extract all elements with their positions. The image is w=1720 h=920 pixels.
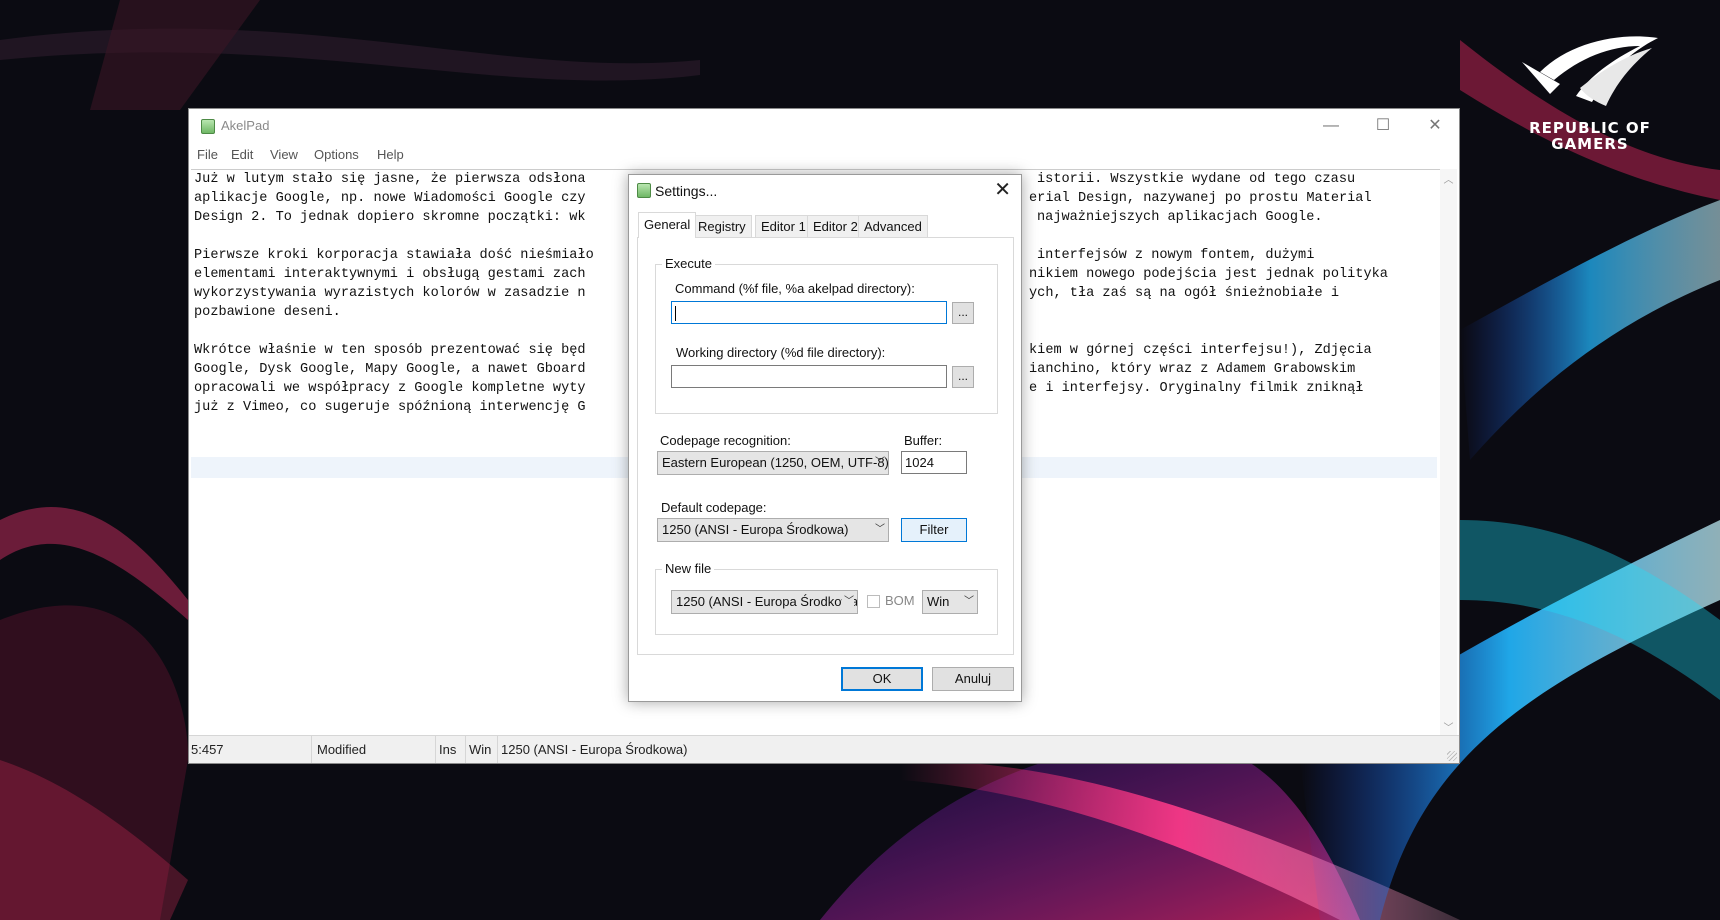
settings-dialog: Settings... ✕ General Registry Editor 1 … bbox=[628, 174, 1022, 702]
editor-line-7: wykorzystywania wyrazistych kolorów w za… bbox=[194, 286, 586, 301]
editor-line-3: Design 2. To jednak dopiero skromne pocz… bbox=[194, 210, 586, 225]
editor-line-2: aplikacje Google, np. nowe Wiadomości Go… bbox=[194, 191, 586, 206]
editor-line-8: pozbawione deseni. bbox=[194, 305, 341, 320]
working-directory-browse-button[interactable]: ... bbox=[952, 366, 974, 388]
new-file-newline-select[interactable]: Win ﹀ bbox=[922, 590, 978, 614]
window-title: AkelPad bbox=[221, 118, 270, 133]
editor-line-1-tail: istorii. Wszystkie wydane od tego czasu bbox=[1037, 172, 1356, 187]
default-codepage-select[interactable]: 1250 (ANSI - Europa Środkowa) ﹀ bbox=[657, 518, 889, 542]
text-caret bbox=[675, 306, 676, 322]
command-browse-button[interactable]: ... bbox=[952, 302, 974, 324]
chevron-down-icon: ﹀ bbox=[842, 591, 854, 613]
new-file-codepage-value: 1250 (ANSI - Europa Środkowa) bbox=[676, 594, 858, 609]
dialog-close-button[interactable]: ✕ bbox=[994, 177, 1011, 202]
menu-file[interactable]: File bbox=[197, 147, 218, 162]
editor-line-10: Wkrótce właśnie w ten sposób prezentować… bbox=[194, 343, 586, 358]
rog-logo: REPUBLIC OF GAMERS bbox=[1505, 32, 1675, 167]
editor-line-10-tail: kiem w górnej części interfejsu!), Zdjęc… bbox=[1029, 343, 1372, 358]
default-codepage-label: Default codepage: bbox=[661, 500, 767, 515]
menu-options[interactable]: Options bbox=[314, 147, 359, 162]
scroll-up-icon[interactable]: ︿ bbox=[1440, 171, 1457, 186]
status-bar: 5:457 Modified Ins Win 1250 (ANSI - Euro… bbox=[189, 735, 1459, 763]
default-codepage-value: 1250 (ANSI - Europa Środkowa) bbox=[662, 522, 849, 537]
bom-checkbox[interactable] bbox=[867, 595, 880, 608]
buffer-input[interactable]: 1024 bbox=[901, 451, 967, 474]
dialog-titlebar[interactable]: Settings... ✕ bbox=[629, 175, 1021, 207]
vertical-scrollbar[interactable]: ︿ ﹀ bbox=[1440, 169, 1457, 736]
status-codepage: 1250 (ANSI - Europa Środkowa) bbox=[501, 742, 688, 757]
tab-editor-1[interactable]: Editor 1 bbox=[755, 215, 812, 237]
editor-line-6-tail: nikiem nowego podejścia jest jednak poli… bbox=[1029, 267, 1388, 282]
command-input[interactable] bbox=[671, 301, 947, 324]
codepage-recognition-select[interactable]: Eastern European (1250, OEM, UTF-8) ﹀ bbox=[657, 451, 889, 475]
codepage-recognition-value: Eastern European (1250, OEM, UTF-8) bbox=[662, 455, 889, 470]
editor-line-12: opracowali we współpracy z Google komple… bbox=[194, 381, 586, 396]
menu-bar: File Edit View Options Help bbox=[189, 143, 1459, 167]
editor-line-2-tail: erial Design, nazywanej po prostu Materi… bbox=[1029, 191, 1372, 206]
status-insert-mode: Ins bbox=[435, 736, 466, 763]
bom-label: BOM bbox=[885, 593, 915, 608]
rog-text-line2: GAMERS bbox=[1551, 135, 1629, 153]
close-button[interactable]: ✕ bbox=[1409, 109, 1461, 143]
status-newline: Win bbox=[465, 736, 498, 763]
tab-registry[interactable]: Registry bbox=[692, 215, 752, 237]
editor-line-12-tail: e i interfejsy. Oryginalny filmik znikną… bbox=[1029, 381, 1364, 396]
editor-line-13: już z Vimeo, co sugeruje spóźnioną inter… bbox=[194, 400, 586, 415]
menu-edit[interactable]: Edit bbox=[231, 147, 253, 162]
editor-line-11-tail: ianchino, który wraz z Adamem Grabowskim bbox=[1029, 362, 1356, 377]
new-file-newline-value: Win bbox=[927, 594, 950, 609]
editor-line-5-tail: interfejsów z nowym fontem, dużymi bbox=[1037, 248, 1315, 263]
resize-grip-icon[interactable] bbox=[1447, 751, 1457, 761]
menu-view[interactable]: View bbox=[270, 147, 298, 162]
editor-line-7-tail: ych, tła zaś są na ogół śnieżnobiałe i bbox=[1029, 286, 1339, 301]
execute-group-label: Execute bbox=[662, 256, 715, 271]
tab-general[interactable]: General bbox=[638, 212, 697, 238]
working-directory-label: Working directory (%d file directory): bbox=[676, 345, 886, 360]
editor-line-11: Google, Dysk Google, Mapy Google, a nawe… bbox=[194, 362, 586, 377]
filter-button[interactable]: Filter bbox=[901, 518, 967, 542]
tab-editor-2[interactable]: Editor 2 bbox=[807, 215, 864, 237]
buffer-label: Buffer: bbox=[904, 433, 943, 448]
editor-line-6: elementami interaktywnymi i obsługą gest… bbox=[194, 267, 586, 282]
rog-eye-icon bbox=[1522, 36, 1658, 106]
menu-help[interactable]: Help bbox=[377, 147, 404, 162]
editor-line-1: Już w lutym stało się jasne, że pierwsza… bbox=[194, 172, 586, 187]
editor-line-5: Pierwsze kroki korporacja stawiała dość … bbox=[194, 248, 594, 263]
rog-text-line1: REPUBLIC OF bbox=[1529, 119, 1651, 137]
new-file-group-label: New file bbox=[662, 561, 715, 576]
general-tab-panel: Execute Command (%f file, %a akelpad dir… bbox=[637, 237, 1014, 655]
window-titlebar[interactable]: AkelPad — ☐ ✕ bbox=[189, 109, 1459, 143]
status-position: 5:457 bbox=[189, 736, 312, 763]
editor-line-3-tail: najważniejszych aplikacjach Google. bbox=[1037, 210, 1323, 225]
working-directory-input[interactable] bbox=[671, 365, 947, 388]
akelpad-app-icon bbox=[201, 119, 215, 134]
ok-button[interactable]: OK bbox=[841, 667, 923, 691]
chevron-down-icon: ﹀ bbox=[875, 524, 885, 535]
status-modified: Modified bbox=[313, 736, 436, 763]
chevron-down-icon: ﹀ bbox=[964, 596, 974, 607]
dialog-app-icon bbox=[637, 183, 651, 198]
scroll-down-icon[interactable]: ﹀ bbox=[1440, 719, 1457, 734]
command-label: Command (%f file, %a akelpad directory): bbox=[675, 281, 915, 296]
maximize-button[interactable]: ☐ bbox=[1357, 109, 1409, 143]
cancel-button[interactable]: Anuluj bbox=[932, 667, 1014, 691]
minimize-button[interactable]: — bbox=[1305, 109, 1357, 143]
dialog-title: Settings... bbox=[655, 183, 718, 199]
new-file-codepage-select[interactable]: 1250 (ANSI - Europa Środkowa) ﹀ bbox=[671, 590, 858, 614]
codepage-recognition-label: Codepage recognition: bbox=[660, 433, 791, 448]
chevron-down-icon: ﹀ bbox=[875, 457, 885, 468]
tab-advanced[interactable]: Advanced bbox=[858, 215, 928, 237]
